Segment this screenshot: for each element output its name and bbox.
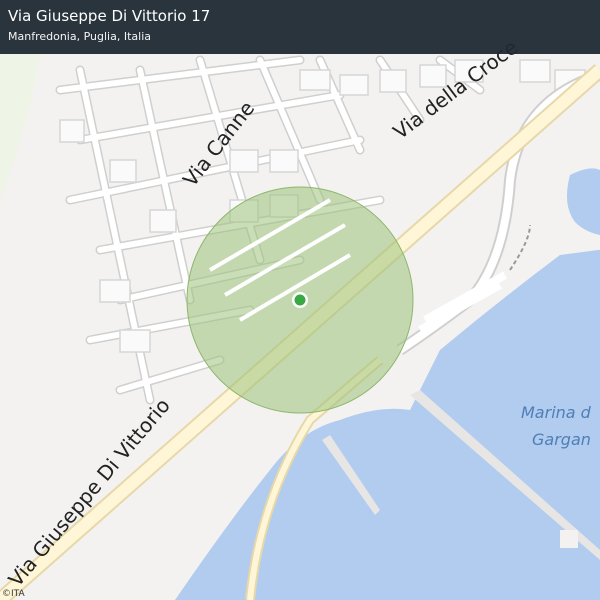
address-title: Via Giuseppe Di Vittorio 17 [8, 7, 211, 25]
location-marker[interactable] [294, 294, 306, 306]
water-label-line2: Gargan [532, 430, 591, 449]
location-header: Via Giuseppe Di Vittorio 17 Manfredonia,… [0, 0, 600, 54]
water-label-line1: Marina d [521, 403, 592, 422]
map-attribution[interactable]: ©ITA [2, 589, 25, 599]
pier-end [560, 530, 578, 548]
map-canvas[interactable]: Via Canne Via della Croce Via Giuseppe D… [0, 0, 600, 600]
address-subtitle: Manfredonia, Puglia, Italia [8, 30, 151, 43]
